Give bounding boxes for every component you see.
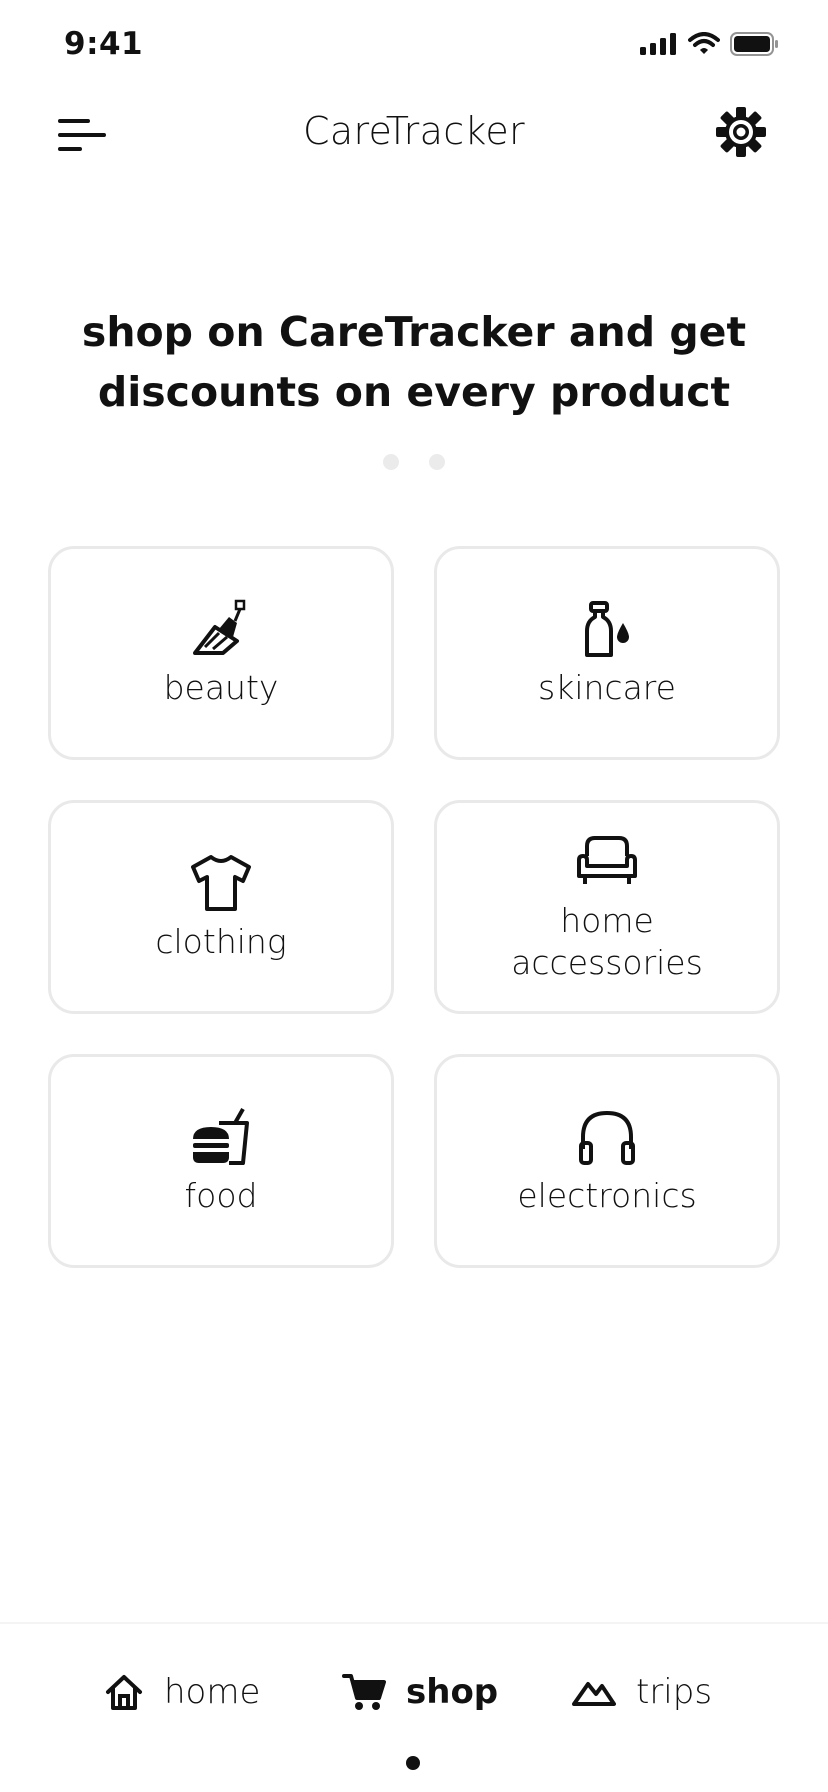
status-icons	[640, 32, 780, 56]
cellular-signal-icon	[640, 33, 676, 55]
category-label: skincare	[538, 668, 676, 707]
armchair-icon	[575, 830, 639, 894]
tab-trips[interactable]: trips	[572, 1672, 712, 1712]
tab-shop[interactable]: shop	[342, 1672, 498, 1712]
wifi-icon	[688, 32, 720, 54]
category-card-electronics[interactable]: electronics	[434, 1054, 780, 1268]
category-label: home accessories	[511, 901, 703, 982]
category-label: electronics	[517, 1176, 697, 1215]
tab-label: home	[164, 1672, 261, 1712]
category-grid: beauty skincare clothing home accessorie…	[48, 546, 780, 1268]
active-tab-indicator	[406, 1756, 420, 1770]
app-title: CareTracker	[303, 109, 525, 153]
status-bar: 9:41	[0, 0, 828, 90]
mountain-icon	[572, 1682, 616, 1706]
category-label: beauty	[163, 668, 279, 707]
tab-label: trips	[636, 1672, 713, 1712]
status-time: 9:41	[64, 26, 144, 62]
category-card-skincare[interactable]: skincare	[434, 546, 780, 760]
category-label: food	[184, 1176, 258, 1215]
tab-label: shop	[406, 1672, 499, 1712]
category-label: clothing	[155, 922, 287, 961]
tab-home[interactable]: home	[104, 1672, 260, 1712]
category-card-food[interactable]: food	[48, 1054, 394, 1268]
carousel-dot-1[interactable]	[383, 454, 399, 470]
bottom-tab-bar: home shop trips	[0, 1622, 828, 1792]
battery-icon	[730, 32, 778, 56]
category-card-beauty[interactable]: beauty	[48, 546, 394, 760]
tshirt-icon	[189, 851, 253, 915]
nail-polish-icon	[189, 597, 253, 661]
promo-headline: shop on CareTracker and get discounts on…	[81, 308, 747, 416]
headphones-icon	[575, 1105, 639, 1169]
carousel-dot-2[interactable]	[429, 454, 445, 470]
settings-button[interactable]	[714, 105, 768, 159]
category-card-home-accessories[interactable]: home accessories	[434, 800, 780, 1014]
cart-icon	[342, 1674, 386, 1710]
home-icon	[106, 1675, 142, 1710]
gear-icon	[716, 107, 766, 157]
category-card-clothing[interactable]: clothing	[48, 800, 394, 1014]
nav-bar: CareTracker	[0, 95, 828, 175]
fast-food-icon	[189, 1105, 253, 1169]
carousel-dots	[0, 454, 828, 470]
lotion-bottle-icon	[575, 597, 639, 661]
